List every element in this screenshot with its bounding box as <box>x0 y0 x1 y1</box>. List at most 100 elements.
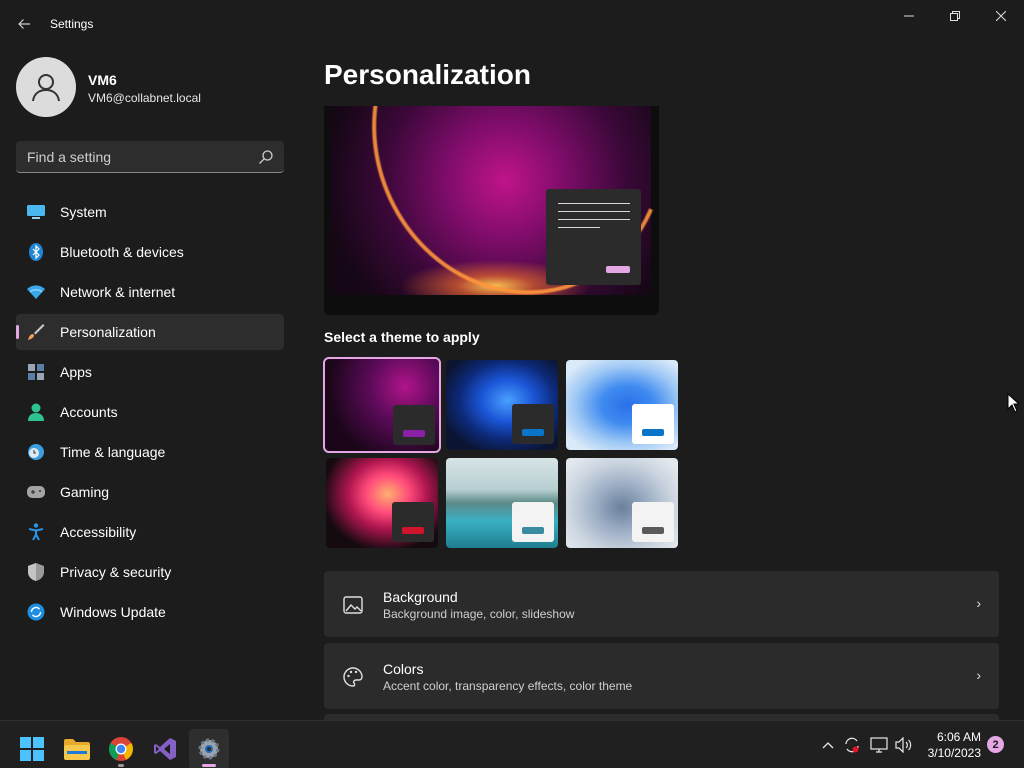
sidebar-item-gaming[interactable]: Gaming <box>16 474 284 510</box>
update-icon <box>27 603 45 621</box>
search-placeholder: Find a setting <box>27 149 112 165</box>
sidebar-item-label: Windows Update <box>60 604 166 620</box>
active-indicator <box>16 325 19 339</box>
palette-icon <box>343 667 363 687</box>
select-theme-label: Select a theme to apply <box>324 329 480 345</box>
theme-mini-window <box>512 404 554 444</box>
shield-icon <box>27 563 45 581</box>
card-title: Background <box>383 589 458 605</box>
chevron-right-icon: › <box>976 667 981 683</box>
sidebar-item-system[interactable]: System <box>16 194 284 230</box>
gamepad-icon <box>27 483 45 501</box>
theme-glow-dark[interactable] <box>323 357 441 453</box>
preview-accent-button <box>606 266 630 273</box>
volume-icon <box>895 737 912 753</box>
theme-sunrise[interactable] <box>566 458 678 548</box>
chrome-icon <box>109 737 133 761</box>
theme-grid <box>323 357 680 550</box>
image-icon <box>343 596 363 614</box>
back-button[interactable] <box>12 12 36 36</box>
minimize-button[interactable] <box>886 0 932 32</box>
chevron-right-icon: › <box>976 595 981 611</box>
display-icon <box>870 737 888 753</box>
user-name: VM6 <box>88 72 117 88</box>
clock[interactable]: 6:06 AM 3/10/2023 <box>928 729 981 761</box>
theme-accent-swatch <box>402 527 424 534</box>
sidebar-item-label: Network & internet <box>60 284 176 300</box>
preview-window <box>546 189 641 285</box>
restore-button[interactable] <box>932 0 978 32</box>
theme-accent-swatch <box>522 429 544 436</box>
chrome-button[interactable] <box>101 729 141 768</box>
theme-mini-window <box>632 404 674 444</box>
preview-line <box>558 211 630 212</box>
sidebar-item-label: Accessibility <box>60 524 137 540</box>
gear-icon <box>198 738 220 760</box>
visual-studio-icon <box>154 738 176 760</box>
running-indicator <box>118 764 124 767</box>
preview-line <box>558 203 630 204</box>
user-email: VM6@collabnet.local <box>88 91 201 105</box>
app-title: Settings <box>50 17 94 31</box>
theme-captured-motion[interactable] <box>326 458 438 548</box>
sidebar-item-apps[interactable]: Apps <box>16 354 284 390</box>
volume-tray-icon[interactable] <box>894 735 914 755</box>
sidebar-item-label: Time & language <box>60 444 166 460</box>
sidebar-item-label: System <box>60 204 107 220</box>
sidebar-item-time-language[interactable]: Time & language <box>16 434 284 470</box>
display-tray-icon[interactable] <box>869 735 889 755</box>
settings-button[interactable] <box>189 729 229 768</box>
sidebar-item-label: Personalization <box>60 324 156 340</box>
close-icon <box>996 11 1006 21</box>
sidebar-item-personalization[interactable]: Personalization <box>16 314 284 350</box>
close-button[interactable] <box>978 0 1024 32</box>
card-title: Colors <box>383 661 424 677</box>
user-icon <box>32 74 60 102</box>
theme-accent-swatch <box>522 527 544 534</box>
clock-date: 3/10/2023 <box>927 746 981 760</box>
theme-mini-window <box>632 502 674 542</box>
sync-icon <box>845 737 859 753</box>
theme-preview <box>324 106 659 315</box>
colors-card[interactable]: Colors Accent color, transparency effect… <box>324 643 999 709</box>
notification-badge[interactable]: 2 <box>987 736 1004 753</box>
sidebar-item-accounts[interactable]: Accounts <box>16 394 284 430</box>
theme-accent-swatch <box>642 527 664 534</box>
system-icon <box>27 203 45 221</box>
restore-icon <box>950 11 960 21</box>
sync-tray-icon[interactable] <box>842 735 862 755</box>
accessibility-icon <box>27 523 45 541</box>
sidebar-item-label: Accounts <box>60 404 118 420</box>
sidebar-item-label: Privacy & security <box>60 564 172 580</box>
title-bar: Settings <box>0 0 1024 48</box>
sidebar-item-network[interactable]: Network & internet <box>16 274 284 310</box>
folder-icon <box>64 739 90 760</box>
sidebar-item-label: Bluetooth & devices <box>60 244 184 260</box>
sidebar-item-label: Gaming <box>60 484 110 500</box>
preview-line <box>558 219 630 220</box>
avatar[interactable] <box>16 57 76 117</box>
card-subtitle: Accent color, transparency effects, colo… <box>383 679 633 693</box>
active-app-indicator <box>202 764 216 767</box>
sidebar-item-accessibility[interactable]: Accessibility <box>16 514 284 550</box>
theme-mini-window <box>393 405 435 445</box>
theme-mini-window <box>392 502 434 542</box>
wifi-icon <box>27 283 45 301</box>
apps-icon <box>27 363 45 381</box>
file-explorer-button[interactable] <box>57 729 97 768</box>
clock-time: 6:06 AM <box>936 730 981 744</box>
theme-bloom-light[interactable] <box>566 360 678 450</box>
theme-bloom-dark[interactable] <box>446 360 558 450</box>
background-card[interactable]: Background Background image, color, slid… <box>324 571 999 637</box>
sidebar-item-privacy[interactable]: Privacy & security <box>16 554 284 590</box>
show-hidden-icons-button[interactable] <box>818 735 838 755</box>
sidebar-item-windows-update[interactable]: Windows Update <box>16 594 284 630</box>
preview-line <box>558 227 600 228</box>
sidebar-item-bluetooth[interactable]: Bluetooth & devices <box>16 234 284 270</box>
theme-flow[interactable] <box>446 458 558 548</box>
search-input[interactable]: Find a setting <box>16 141 284 173</box>
start-button[interactable] <box>12 729 52 768</box>
visual-studio-button[interactable] <box>145 729 185 768</box>
chevron-up-icon <box>822 742 834 749</box>
back-arrow-icon <box>18 19 30 29</box>
